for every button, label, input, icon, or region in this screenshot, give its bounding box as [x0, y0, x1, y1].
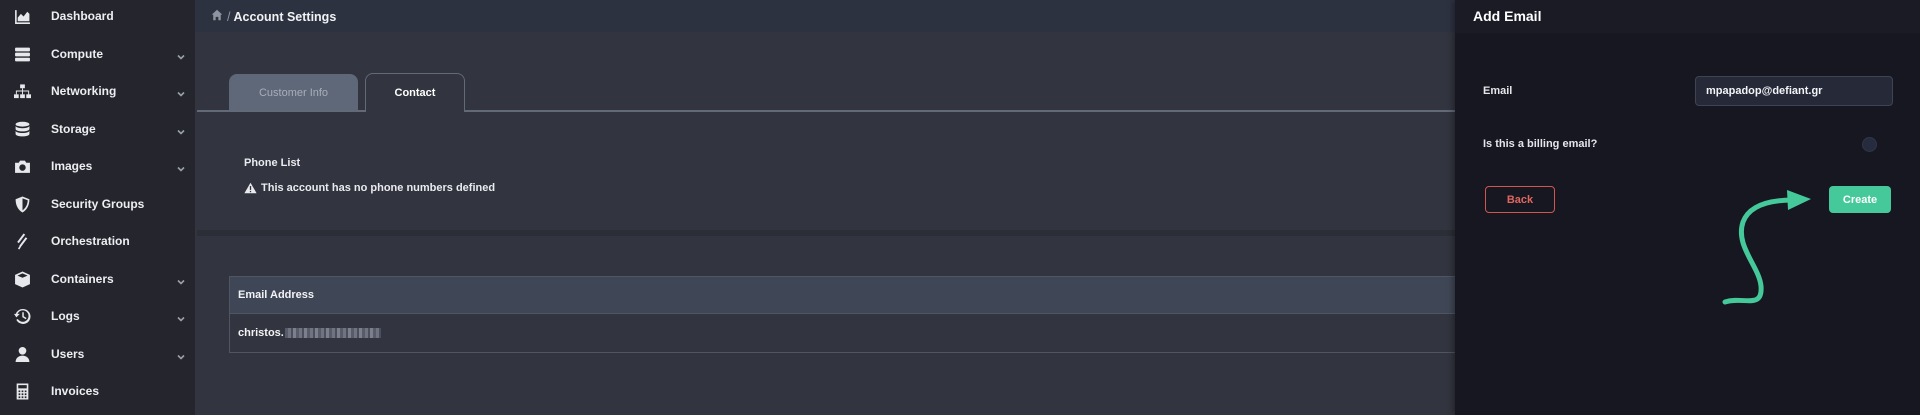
history-icon	[12, 306, 32, 326]
sidebar-item-label: Users	[51, 346, 85, 361]
breadcrumb-separator: /	[227, 9, 231, 24]
chevron-down-icon	[176, 49, 186, 60]
chevron-down-icon	[176, 161, 186, 172]
tab-contact[interactable]: Contact	[365, 73, 465, 112]
sidebar-item-label: Logs	[51, 308, 80, 323]
warning-icon	[244, 182, 257, 194]
cube-icon	[12, 269, 32, 289]
sidebar-item-label: Images	[51, 158, 93, 173]
sidebar-item-logs[interactable]: Logs	[0, 297, 195, 334]
table-row[interactable]: christos.	[230, 314, 1455, 352]
drawer-title: Add Email	[1473, 8, 1542, 24]
sitemap-icon	[12, 81, 32, 101]
email-cell: christos.	[238, 327, 284, 339]
sidebar-item-label: Storage	[51, 121, 96, 136]
section-divider	[197, 230, 1455, 236]
warning-text: This account has no phone numbers define…	[261, 182, 496, 194]
user-icon	[12, 344, 32, 364]
table-header: Email Address	[230, 277, 1455, 314]
billing-email-label: Is this a billing email?	[1483, 138, 1598, 150]
chevron-down-icon	[176, 86, 186, 97]
sidebar-item-label: Compute	[51, 46, 103, 61]
chart-area-icon	[12, 6, 32, 26]
calculator-icon	[12, 381, 32, 401]
server-icon	[12, 44, 32, 64]
email-label: Email	[1483, 85, 1513, 97]
sidebar-item-containers[interactable]: Containers	[0, 260, 195, 297]
database-icon	[12, 119, 32, 139]
tab-customer-info[interactable]: Customer Info	[229, 74, 358, 111]
back-button[interactable]: Back	[1485, 186, 1555, 213]
top-bar: / Account Settings	[195, 0, 1455, 32]
create-button[interactable]: Create	[1829, 186, 1891, 213]
sidebar-item-users[interactable]: Users	[0, 335, 195, 372]
tab-label: Customer Info	[258, 86, 329, 99]
page-title: Account Settings	[233, 9, 337, 24]
chevron-down-icon	[176, 274, 186, 285]
sidebar-item-networking[interactable]: Networking	[0, 72, 195, 109]
sidebar-item-security-groups[interactable]: Security Groups	[0, 185, 195, 222]
sidebar-item-label: Networking	[51, 83, 117, 98]
breadcrumb: / Account Settings	[211, 9, 336, 24]
sidebar-item-dashboard[interactable]: Dashboard	[0, 0, 195, 34]
phone-list-title: Phone List	[244, 157, 301, 169]
email-table: Email Address christos.	[229, 276, 1455, 353]
sidebar-item-label: Dashboard	[51, 8, 114, 23]
tab-active-underline-cover	[366, 109, 464, 112]
sidebar-item-label: Security Groups	[51, 196, 145, 211]
sidebar: Dashboard Compute Networking Storage Ima…	[0, 0, 195, 415]
chevron-down-icon	[176, 311, 186, 322]
annotation-arrow	[1722, 190, 1811, 305]
tab-label: Contact	[394, 87, 436, 99]
chevron-down-icon	[176, 349, 186, 360]
orchestration-icon	[12, 231, 32, 251]
sidebar-item-compute[interactable]: Compute	[0, 35, 195, 72]
add-email-drawer: Add Email Email Is this a billing email?…	[1455, 0, 1920, 415]
camera-icon	[12, 156, 32, 176]
sidebar-item-storage[interactable]: Storage	[0, 110, 195, 147]
chevron-down-icon	[176, 124, 186, 135]
email-field[interactable]	[1695, 76, 1893, 106]
sidebar-item-images[interactable]: Images	[0, 147, 195, 184]
sidebar-item-label: Orchestration	[51, 233, 130, 248]
billing-email-toggle[interactable]	[1862, 137, 1877, 152]
sidebar-item-label: Containers	[51, 271, 114, 286]
drawer-header: Add Email	[1455, 0, 1920, 33]
sidebar-item-orchestration[interactable]: Orchestration	[0, 222, 195, 259]
sidebar-item-label: Invoices	[51, 383, 100, 398]
phone-list-warning: This account has no phone numbers define…	[244, 182, 495, 194]
home-icon[interactable]	[211, 9, 223, 24]
column-email-address: Email Address	[238, 289, 315, 301]
redacted-email-blur	[284, 328, 381, 338]
shield-icon	[12, 194, 32, 214]
sidebar-item-invoices[interactable]: Invoices	[0, 372, 195, 409]
